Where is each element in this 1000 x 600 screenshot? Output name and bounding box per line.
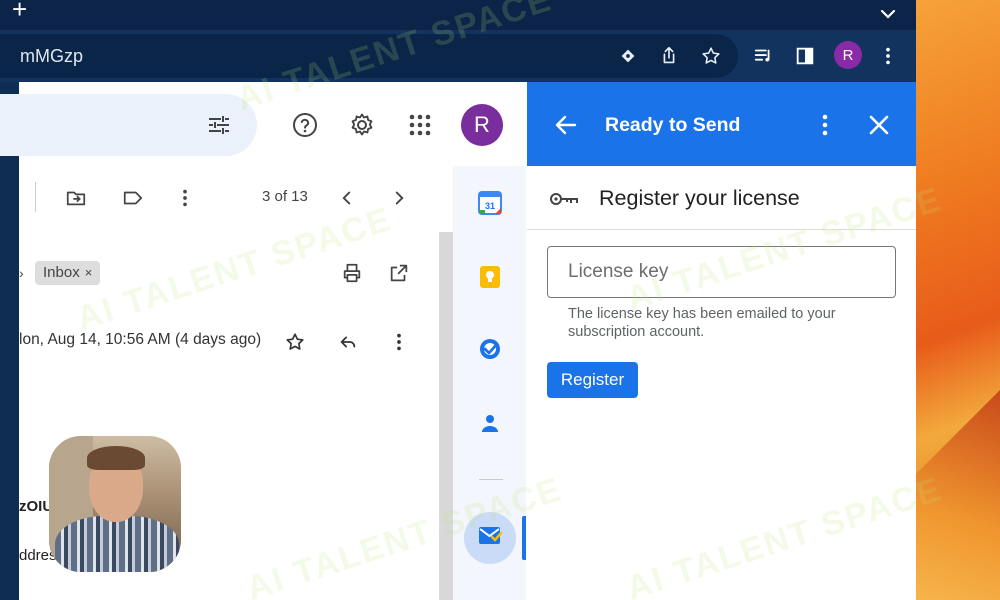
browser-profile-avatar[interactable]: R	[834, 41, 862, 69]
google-apps-grid-icon[interactable]	[405, 110, 435, 140]
side-panel-icon[interactable]	[793, 44, 817, 68]
gmail-search-bar[interactable]	[0, 94, 257, 156]
register-button[interactable]: Register	[547, 362, 638, 398]
message-scrollbar[interactable]	[439, 232, 453, 600]
license-hint-text: The license key has been emailed to your…	[568, 306, 836, 340]
ready-to-send-icon	[477, 523, 503, 554]
ready-to-send-addon-button[interactable]	[464, 512, 516, 564]
settings-gear-icon[interactable]	[347, 110, 377, 140]
new-tab-button[interactable]: +	[12, 0, 27, 25]
bookmark-star-icon[interactable]	[699, 44, 723, 68]
active-addon-indicator	[522, 516, 526, 560]
webcam-person-shirt	[55, 516, 179, 572]
star-icon[interactable]	[282, 329, 308, 355]
contacts-icon[interactable]	[477, 410, 503, 436]
address-bar[interactable]: mMGzp	[0, 34, 738, 78]
keep-notes-icon[interactable]	[477, 264, 503, 290]
older-chevron-icon[interactable]	[386, 185, 412, 211]
webcam-person-hair	[87, 446, 145, 470]
addon-side-panel: Ready to Send Register your license The …	[527, 82, 916, 600]
calendar-icon[interactable]: 31	[477, 190, 503, 216]
newer-chevron-icon[interactable]	[334, 185, 360, 211]
rail-divider	[479, 479, 503, 480]
remove-label-button[interactable]: ×	[85, 265, 93, 280]
reading-list-icon[interactable]	[752, 44, 776, 68]
message-pager: 3 of 13	[262, 188, 308, 205]
tasks-icon[interactable]	[477, 336, 503, 362]
reply-icon[interactable]	[335, 329, 361, 355]
close-icon[interactable]	[866, 112, 892, 138]
addon-title: Ready to Send	[605, 114, 741, 136]
message-date: lon, Aug 14, 10:56 AM (4 days ago)	[19, 331, 262, 348]
gmail-account-avatar[interactable]: R	[461, 104, 503, 146]
help-icon[interactable]	[290, 110, 320, 140]
tab-search-chevron-icon[interactable]	[876, 2, 900, 26]
svg-text:31: 31	[485, 201, 495, 211]
open-in-new-window-icon[interactable]	[386, 260, 412, 286]
label-chip-text: Inbox	[43, 264, 80, 281]
share-icon[interactable]	[657, 44, 681, 68]
back-arrow-icon[interactable]	[553, 112, 579, 138]
address-bar-url: mMGzp	[20, 46, 83, 66]
more-actions-icon[interactable]	[172, 185, 198, 211]
desktop-wallpaper	[916, 0, 1000, 600]
addon-header: Ready to Send	[527, 82, 916, 166]
print-icon[interactable]	[339, 260, 365, 286]
addon-more-icon[interactable]	[813, 112, 837, 138]
toolbar-divider	[35, 182, 36, 212]
browser-menu-icon[interactable]	[876, 44, 900, 68]
importance-caret: ›	[19, 265, 24, 281]
google-apps-rail: 31	[453, 166, 526, 600]
search-options-icon[interactable]	[204, 110, 234, 140]
move-to-icon[interactable]	[63, 185, 89, 211]
register-license-section-header: Register your license	[527, 166, 916, 230]
license-key-input[interactable]	[547, 246, 896, 298]
label-icon[interactable]	[120, 185, 146, 211]
browser-toolbar: mMGzp R	[0, 30, 916, 82]
message-more-icon[interactable]	[386, 329, 412, 355]
browser-tab-strip: +	[0, 0, 916, 30]
extension-diamond-icon[interactable]	[616, 44, 640, 68]
webcam-overlay[interactable]	[49, 436, 181, 572]
key-icon	[549, 190, 579, 208]
section-title: Register your license	[599, 186, 800, 210]
label-chip-inbox[interactable]: Inbox ×	[35, 261, 101, 285]
